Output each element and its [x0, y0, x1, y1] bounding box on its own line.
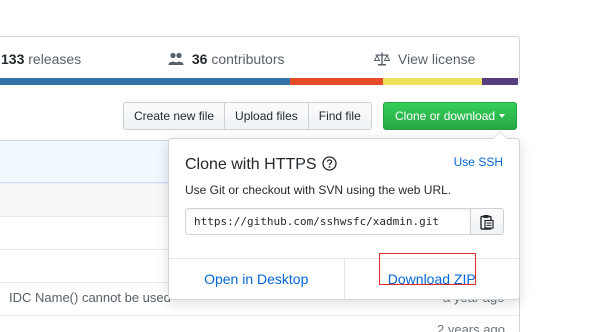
open-in-desktop-button[interactable]: Open in Desktop: [169, 259, 344, 299]
contributors-label: contributors: [211, 51, 285, 67]
clone-dropdown-popover: Clone with HTTPS Use SSH Use Git or chec…: [168, 131, 520, 300]
clipboard-icon: [480, 214, 494, 230]
language-segment[interactable]: [383, 78, 482, 85]
license-label: View license: [397, 51, 476, 67]
file-actions-group: Create new file Upload files Find file: [123, 102, 372, 130]
clone-title-text: Clone with HTTPS: [185, 156, 317, 173]
commit-message[interactable]: IDC Name() cannot be used: [9, 290, 171, 305]
license-link[interactable]: View license: [373, 51, 476, 67]
create-new-file-button[interactable]: Create new file: [123, 102, 226, 130]
caret-down-icon: [499, 114, 506, 118]
language-segment[interactable]: [290, 78, 384, 85]
contributors-link[interactable]: 36 contributors: [168, 51, 285, 67]
people-icon: [168, 52, 184, 65]
releases-link[interactable]: 133 releases: [1, 51, 81, 67]
language-bar[interactable]: [0, 78, 518, 85]
clone-title: Clone with HTTPS: [185, 156, 337, 174]
clone-footer: Open in Desktop Download ZIP: [169, 258, 519, 299]
upload-files-button[interactable]: Upload files: [225, 102, 309, 130]
clone-url-input[interactable]: [185, 208, 471, 235]
law-scale-icon: [373, 52, 391, 66]
clone-description: Use Git or checkout with SVN using the w…: [185, 183, 452, 197]
use-ssh-link[interactable]: Use SSH: [454, 155, 503, 169]
clone-or-download-button[interactable]: Clone or download: [383, 102, 518, 130]
download-zip-button[interactable]: Download ZIP: [343, 259, 520, 299]
clone-or-download-label: Clone or download: [395, 109, 496, 123]
releases-label: releases: [28, 51, 82, 67]
language-segment[interactable]: [0, 78, 291, 85]
copy-to-clipboard-button[interactable]: [470, 208, 504, 235]
contributors-count: 36: [191, 51, 208, 67]
commit-age: 2 years ago: [437, 322, 505, 332]
question-icon[interactable]: [321, 156, 337, 171]
repo-numbers-summary: 133 releases 36 contributors View licens…: [0, 36, 520, 84]
repository-page: 133 releases 36 contributors View licens…: [0, 0, 596, 332]
releases-count: 133: [1, 51, 25, 67]
language-segment[interactable]: [481, 78, 518, 85]
find-file-button[interactable]: Find file: [308, 102, 372, 130]
